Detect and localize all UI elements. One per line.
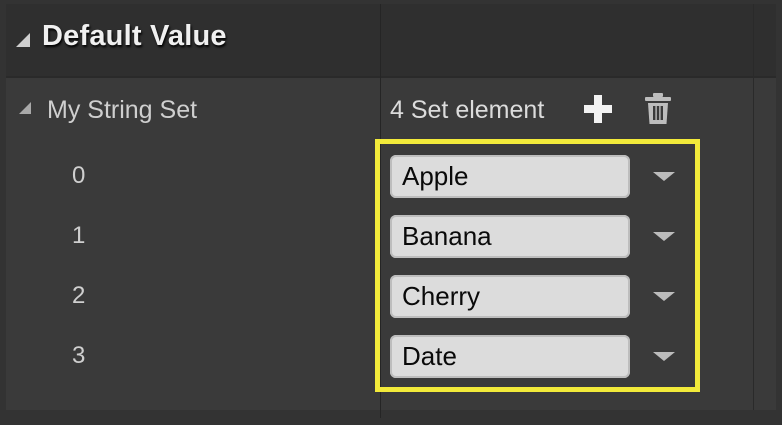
element-index: 0 xyxy=(72,162,86,189)
element-index: 3 xyxy=(72,342,86,369)
property-name: My String Set xyxy=(47,96,198,124)
panel-border-bottom xyxy=(0,410,782,425)
section-expand-icon[interactable] xyxy=(16,33,30,47)
property-expand-icon[interactable] xyxy=(19,102,31,114)
panel-border-right xyxy=(776,0,782,425)
details-panel: Default Value My String Set 4 Set elemen… xyxy=(0,0,782,425)
highlight-box xyxy=(375,139,700,392)
section-title: Default Value xyxy=(42,20,227,52)
element-index: 2 xyxy=(72,282,86,309)
set-element-count: 4 Set element xyxy=(390,96,545,124)
section-header-divider xyxy=(6,76,776,78)
element-index: 1 xyxy=(72,222,86,249)
trash-icon xyxy=(645,93,671,124)
clear-elements-button[interactable] xyxy=(644,93,672,125)
panel-right-edge xyxy=(753,4,754,410)
add-element-button[interactable] xyxy=(584,95,612,123)
